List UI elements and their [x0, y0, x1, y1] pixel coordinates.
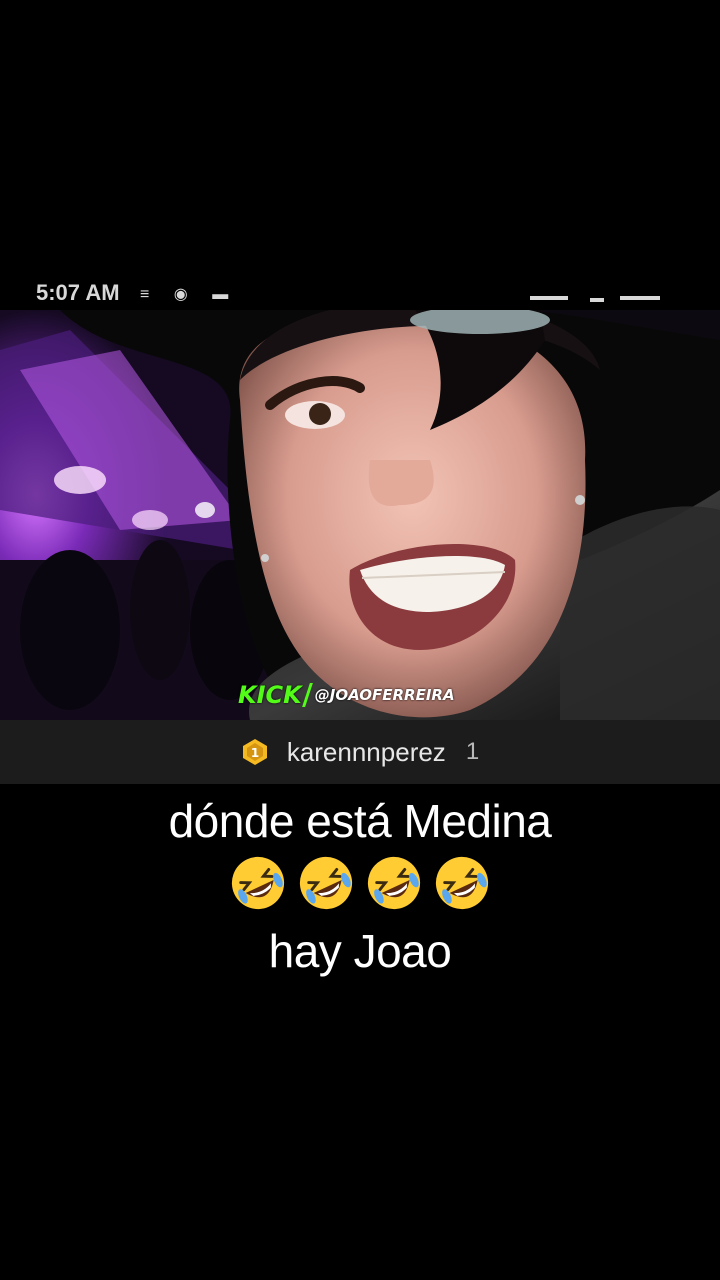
status-time: 5:07 AM — [36, 280, 120, 305]
caption-emoji-row — [0, 854, 720, 914]
caption-line-1: dónde está Medina — [168, 795, 552, 847]
badge-number: 1 — [251, 746, 259, 760]
comment-bar[interactable]: 1 karennnperez 1 — [0, 720, 720, 784]
signal-icon — [530, 286, 568, 300]
streamer-handle: @JOAOFERREIRA — [314, 686, 455, 704]
comment-count: 1 — [465, 738, 480, 765]
rolling-laughing-emoji-icon — [299, 856, 353, 910]
watermark-separator — [301, 683, 313, 707]
battery-icon — [620, 286, 660, 300]
rolling-laughing-emoji-icon — [435, 856, 489, 910]
video-frame[interactable]: KICK @JOAOFERREIRA — [0, 310, 720, 720]
caption: dónde está Medina hay Joao — [0, 786, 720, 978]
caption-line-3: hay Joao — [268, 925, 452, 977]
status-system-icons — [530, 284, 680, 302]
wifi-icon — [590, 284, 604, 302]
gift-badge-icon: 1 — [241, 738, 269, 766]
video-still-image — [0, 310, 720, 720]
kick-logo: KICK — [238, 681, 302, 709]
rolling-laughing-emoji-icon — [367, 856, 421, 910]
comment-username[interactable]: karennnperez — [287, 737, 446, 768]
rolling-laughing-emoji-icon — [231, 856, 285, 910]
status-bar: 5:07 AM ≡ ◉ ▬ — [0, 276, 720, 310]
status-notification-icons: ≡ ◉ ▬ — [140, 286, 239, 303]
kick-watermark: KICK @JOAOFERREIRA — [238, 681, 455, 709]
